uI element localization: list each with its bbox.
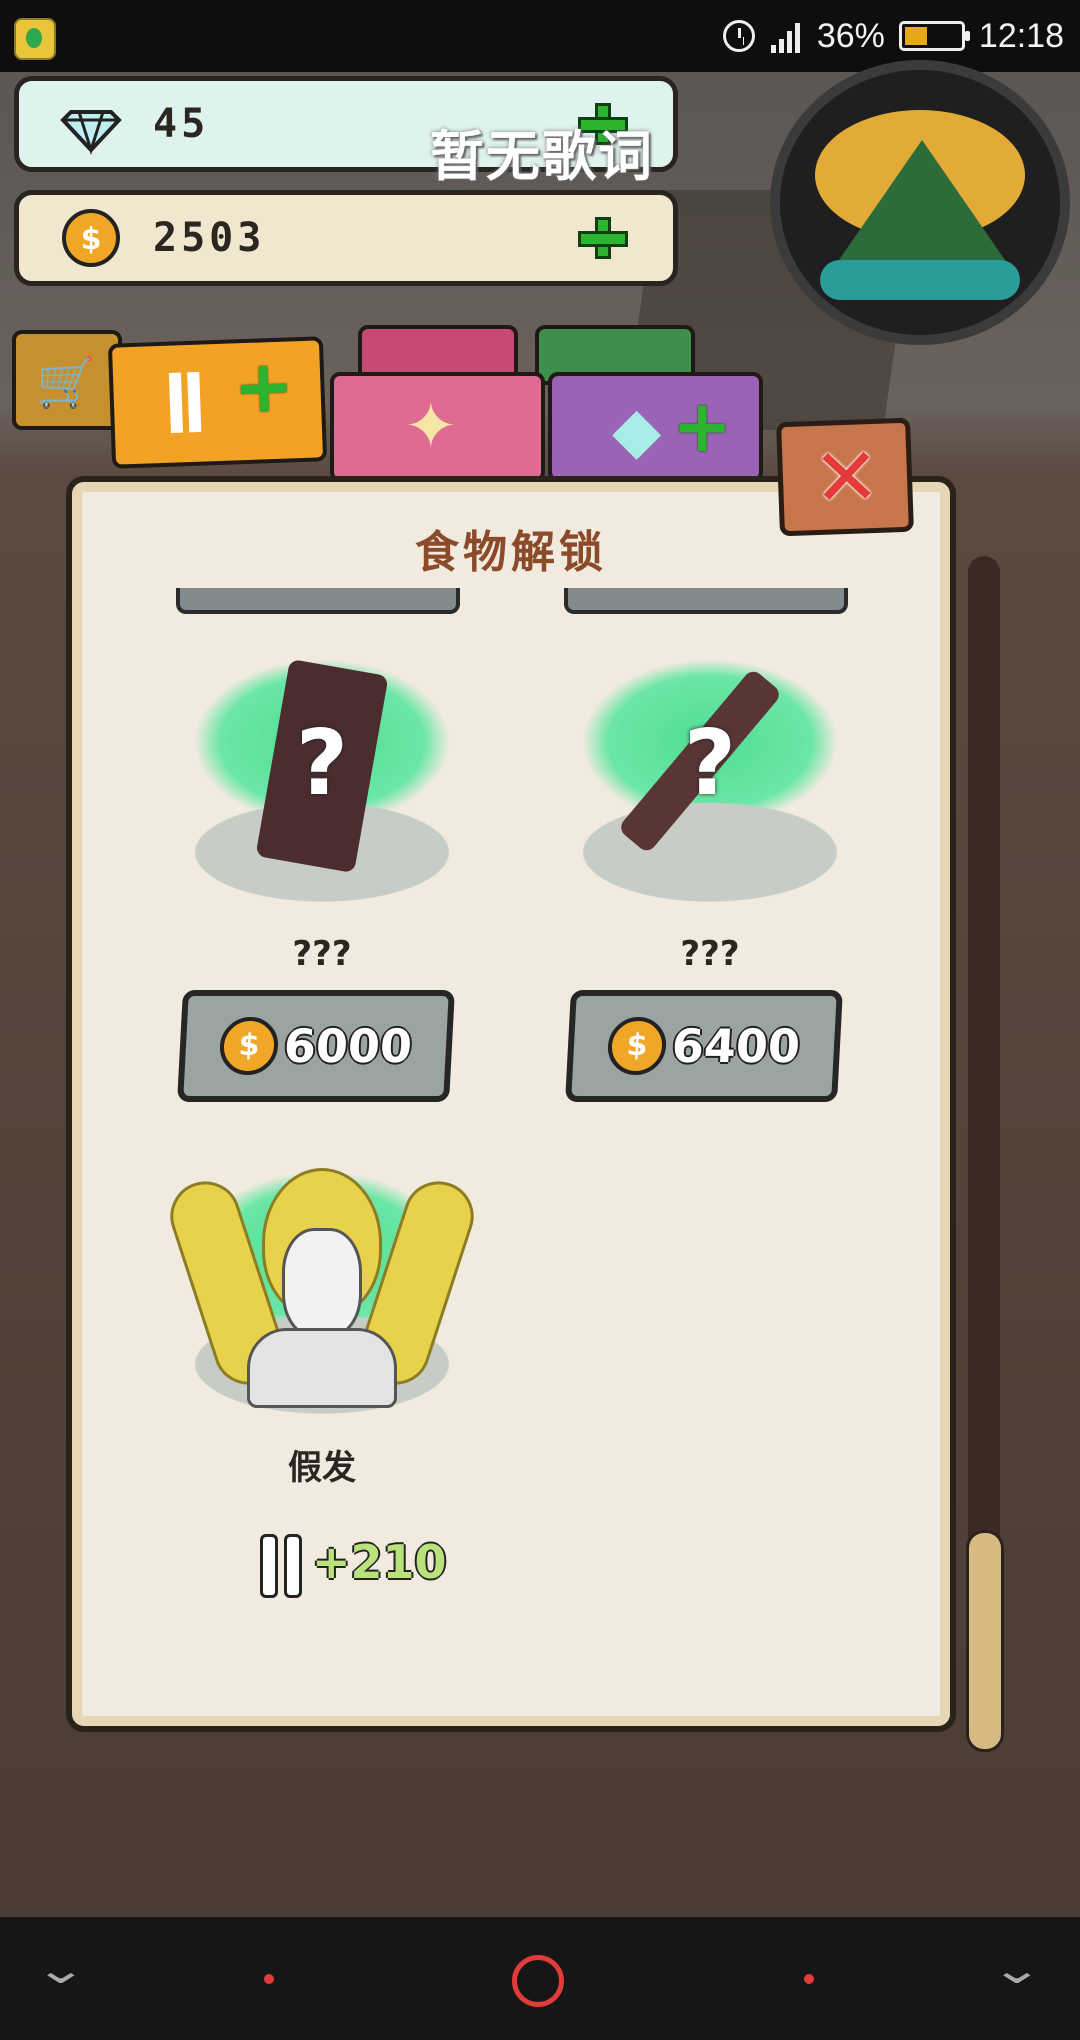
item-1-art[interactable]: ?	[142, 626, 502, 916]
cart-icon: 🛒	[36, 355, 96, 411]
item-2-art[interactable]: ?	[530, 626, 890, 916]
item-1-buy-button[interactable]: $ 6000	[177, 990, 455, 1102]
close-icon: ✕	[811, 429, 882, 526]
nav-dot-left[interactable]	[264, 1974, 274, 1984]
item-2-price: 6400	[670, 1019, 802, 1073]
shop-tab[interactable]: 🛒	[12, 330, 122, 430]
sparkle-gem-icon: ✦	[404, 390, 458, 464]
item-1-name: ???	[292, 934, 352, 974]
alarm-icon	[722, 20, 755, 52]
question-mark-icon: ?	[295, 711, 349, 816]
item-3-name: 假发	[288, 1448, 356, 1488]
mannequin-bust	[247, 1328, 397, 1408]
tab-skill[interactable]: ✦	[330, 372, 545, 482]
coin-icon: $	[62, 209, 120, 267]
fork-knife-icon	[258, 1530, 304, 1598]
signal-icon	[769, 19, 803, 53]
item-3-reward-value: +210	[312, 1535, 447, 1589]
item-2-buy-button[interactable]: $ 6400	[565, 990, 843, 1102]
battery-fill	[904, 27, 927, 45]
mannequin-face	[282, 1228, 362, 1338]
item-2-name: ???	[680, 934, 740, 974]
chevron-down-icon[interactable]: ⌄	[34, 1947, 88, 1993]
system-navbar: ⌄ ⌄	[0, 1917, 1080, 2040]
item-3-reward: +210	[258, 1530, 447, 1598]
map-water	[820, 260, 1020, 300]
coin-bar: $ 2503	[14, 190, 678, 286]
fork-knife-icon: ǁ	[162, 360, 208, 436]
tab-gem[interactable]: ◆ +	[548, 372, 763, 482]
diamond-count: 45	[153, 101, 210, 147]
add-coins-button[interactable]	[573, 209, 633, 269]
cutoff-button-1	[176, 588, 460, 614]
plus-icon: +	[672, 384, 733, 468]
lyrics-overlay: 暂无歌词	[430, 125, 654, 188]
home-button[interactable]	[512, 1955, 564, 2007]
nav-dot-right[interactable]	[804, 1974, 814, 1984]
coin-icon: $	[218, 1017, 280, 1075]
coin-count: 2503	[153, 215, 266, 261]
item-3-art[interactable]	[142, 1138, 502, 1428]
scrollbar-thumb[interactable]	[966, 1530, 1004, 1752]
clock: 12:18	[978, 16, 1064, 55]
mountain-icon	[832, 140, 1012, 270]
coin-icon: $	[606, 1017, 668, 1075]
cutoff-button-2	[564, 588, 848, 614]
battery-icon	[898, 21, 970, 51]
question-mark-icon: ?	[683, 711, 737, 816]
diamond-icon	[60, 110, 122, 155]
tab-food[interactable]: ǁ +	[107, 336, 328, 469]
close-button[interactable]: ✕	[776, 417, 914, 537]
chevron-down-icon[interactable]: ⌄	[990, 1947, 1044, 1993]
plus-icon: +	[232, 343, 296, 430]
coin-diamond-icon: ◆	[612, 394, 662, 468]
map-badge[interactable]	[770, 60, 1070, 345]
music-app-icon	[14, 18, 56, 60]
battery-percent: 36%	[816, 16, 885, 55]
item-1-price: 6000	[282, 1019, 414, 1073]
svg-text:$: $	[81, 222, 102, 257]
